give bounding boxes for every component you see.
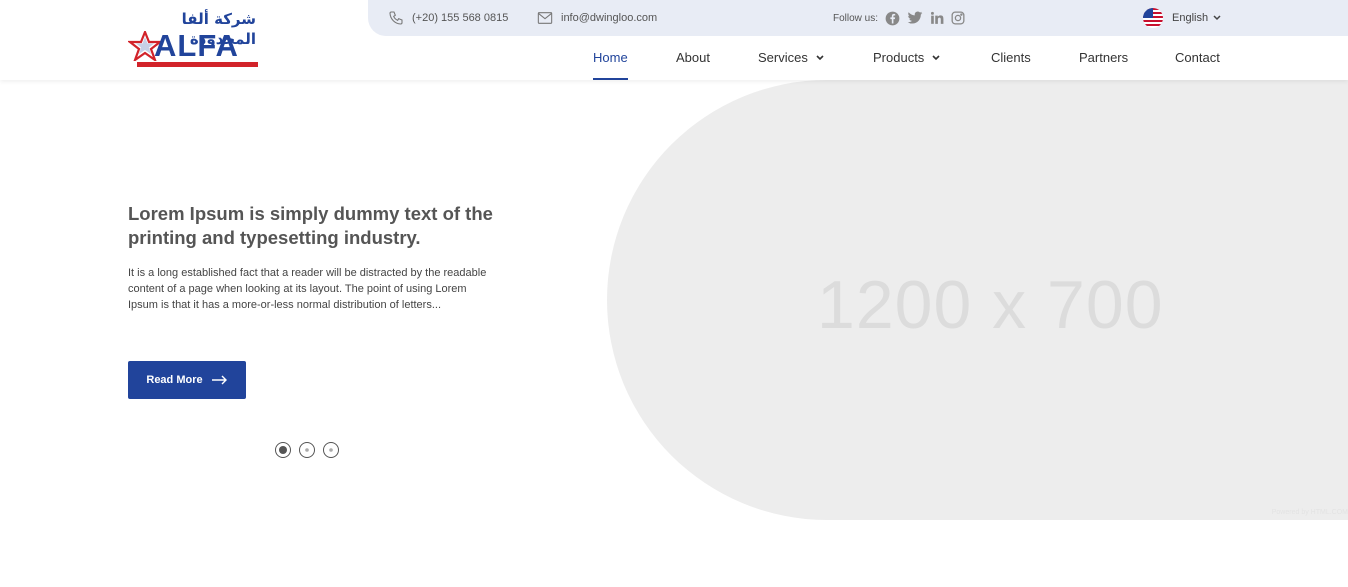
- language-selector[interactable]: English: [1143, 0, 1221, 36]
- nav-partners[interactable]: Partners: [1079, 44, 1128, 80]
- logo-english-text: ALFA: [154, 28, 239, 63]
- chevron-down-icon: [932, 55, 940, 61]
- chevron-down-icon: [816, 55, 824, 61]
- phone-number: (+20) 155 568 0815: [412, 12, 509, 24]
- slider-pagination: [275, 442, 347, 458]
- logo-underline: [137, 62, 258, 67]
- nav-label: Clients: [991, 50, 1031, 65]
- linkedin-icon[interactable]: [930, 11, 944, 25]
- us-flag-icon: [1143, 8, 1163, 28]
- nav-label: About: [676, 50, 710, 65]
- email-contact[interactable]: info@dwingloo.com: [537, 0, 657, 36]
- image-credit: Powered by HTML.COM: [1271, 509, 1348, 516]
- instagram-icon[interactable]: [951, 11, 965, 25]
- facebook-icon[interactable]: [885, 11, 900, 26]
- top-contact-bar: (+20) 155 568 0815 info@dwingloo.com Fol…: [368, 0, 1348, 36]
- nav-about[interactable]: About: [676, 44, 710, 80]
- hero-image-placeholder: 1200 x 700 Powered by HTML.COM: [607, 80, 1348, 520]
- nav-home[interactable]: Home: [593, 44, 628, 80]
- nav-services[interactable]: Services: [758, 44, 824, 80]
- nav-label: Contact: [1175, 50, 1220, 65]
- slide-dot-3[interactable]: [323, 442, 339, 458]
- nav-products[interactable]: Products: [873, 44, 940, 80]
- chevron-down-icon: [1213, 15, 1221, 21]
- envelope-icon: [537, 12, 553, 24]
- hero-title: Lorem Ipsum is simply dummy text of the …: [128, 203, 493, 248]
- read-more-label: Read More: [146, 374, 203, 386]
- nav-label: Home: [593, 50, 628, 65]
- placeholder-size-text: 1200 x 700: [817, 267, 1164, 343]
- read-more-button[interactable]: Read More: [128, 361, 246, 399]
- arrow-right-icon: [211, 375, 227, 385]
- language-label: English: [1172, 12, 1209, 24]
- phone-contact[interactable]: (+20) 155 568 0815: [388, 0, 508, 36]
- nav-clients[interactable]: Clients: [991, 44, 1031, 80]
- nav-label: Services: [758, 50, 808, 65]
- nav-label: Partners: [1079, 50, 1129, 65]
- email-address: info@dwingloo.com: [561, 12, 658, 24]
- hero-description: It is a long established fact that a rea…: [128, 267, 487, 311]
- follow-label: Follow us:: [833, 12, 879, 24]
- site-header: شركة ألفا المحدودة ALFA (+20) 155 568 08…: [0, 0, 1348, 80]
- slide-dot-2[interactable]: [299, 442, 315, 458]
- twitter-icon[interactable]: [907, 11, 923, 25]
- nav-contact[interactable]: Contact: [1175, 44, 1220, 80]
- social-links: Follow us:: [833, 0, 965, 36]
- slide-dot-1[interactable]: [275, 442, 291, 458]
- phone-icon: [389, 11, 403, 25]
- nav-label: Products: [873, 50, 925, 65]
- site-logo[interactable]: شركة ألفا المحدودة ALFA: [128, 9, 260, 69]
